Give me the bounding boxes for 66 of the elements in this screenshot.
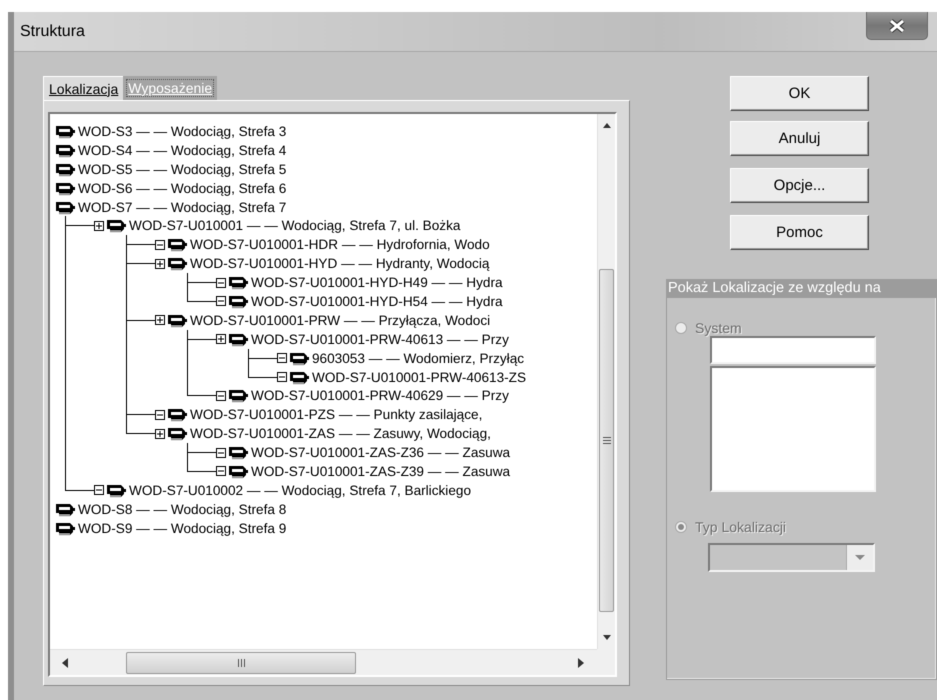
device-icon bbox=[227, 274, 248, 292]
collapse-icon[interactable] bbox=[277, 353, 287, 364]
tree-item[interactable]: WOD-S7-U010001-PRW-40629 — — Przy bbox=[251, 388, 509, 404]
close-icon bbox=[888, 18, 906, 34]
collapse-icon[interactable] bbox=[216, 390, 226, 401]
tree-item[interactable]: WOD-S7-U010001-ZAS-Z39 — — Zasuwa bbox=[251, 464, 510, 479]
device-icon bbox=[105, 217, 126, 234]
tree-item[interactable]: 9603053 — — Wodomierz, Przyłąc bbox=[312, 350, 524, 366]
tree-item[interactable]: WOD-S7-U010001-ZAS — — Zasuwy, Wodociąg, bbox=[190, 426, 491, 442]
device-icon bbox=[227, 444, 248, 462]
list-box[interactable] bbox=[710, 366, 876, 492]
tree-item[interactable]: WOD-S6 — — Wodociąg, Strefa 6 bbox=[78, 180, 286, 196]
collapse-icon[interactable] bbox=[216, 278, 226, 288]
window-title: Struktura bbox=[20, 22, 85, 40]
collapse-icon[interactable] bbox=[277, 372, 287, 382]
tab[interactable]: Lokalizacja bbox=[43, 76, 124, 100]
scroll-thumb[interactable] bbox=[599, 269, 614, 612]
dialog-button[interactable]: Pomoc bbox=[730, 215, 869, 250]
collapse-icon[interactable] bbox=[155, 410, 165, 420]
collapse-icon[interactable] bbox=[216, 466, 226, 476]
grip-icon bbox=[238, 658, 244, 666]
expand-icon[interactable] bbox=[216, 334, 226, 344]
collapse-icon[interactable] bbox=[94, 485, 104, 496]
tree-item[interactable]: WOD-S8 — — Wodociąg, Strefa 8 bbox=[78, 502, 286, 517]
tree-item[interactable]: WOD-S7 — — Wodociąg, Strefa 7 bbox=[78, 200, 286, 214]
device-icon bbox=[166, 425, 187, 442]
input-field[interactable] bbox=[710, 336, 876, 364]
tree-item[interactable]: WOD-S7-U010001-PRW-40613 — — Przy bbox=[251, 332, 509, 347]
tree-item[interactable]: WOD-S7-U010001-PZS — — Punkty zasilające, bbox=[190, 407, 482, 422]
group-title: Pokaż Lokalizacje ze względu na bbox=[666, 279, 937, 298]
close-button[interactable] bbox=[866, 12, 928, 40]
device-icon bbox=[166, 255, 187, 272]
tree-item[interactable]: WOD-S7-U010001-PRW-40613-ZS bbox=[312, 370, 526, 385]
tree-item[interactable]: WOD-S3 — — Wodociąg, Strefa 3 bbox=[78, 124, 286, 139]
expand-icon[interactable] bbox=[94, 220, 104, 231]
device-icon bbox=[227, 387, 248, 404]
scroll-left-icon[interactable] bbox=[62, 658, 69, 668]
dialog-button[interactable]: Anuluj bbox=[730, 121, 869, 156]
scroll-down-icon[interactable] bbox=[602, 634, 612, 641]
tree-item[interactable]: WOD-S5 — — Wodociąg, Strefa 5 bbox=[78, 162, 286, 177]
tree-item[interactable]: WOD-S7-U010001-HDR — — Hydrofornia, Wodo bbox=[190, 237, 490, 252]
scroll-right-icon[interactable] bbox=[578, 658, 585, 668]
collapse-icon[interactable] bbox=[216, 296, 226, 306]
dialog-button[interactable]: OK bbox=[730, 76, 869, 111]
dropdown[interactable] bbox=[708, 543, 875, 572]
tree-item[interactable]: WOD-S7-U010001 — — Wodociąg, Strefa 7, ul. Bożka bbox=[129, 218, 460, 234]
tree-item[interactable]: WOD-S7-U010001-HYD-H54 — — Hydra bbox=[251, 294, 503, 309]
device-icon bbox=[166, 406, 187, 424]
tree-item[interactable]: WOD-S7-U010001-PRW — — Przyłącza, Wodoci bbox=[190, 312, 490, 328]
tree-item[interactable]: WOD-S9 — — Wodociąg, Strefa 9 bbox=[78, 520, 286, 536]
caret-icon bbox=[855, 555, 865, 560]
tree-item[interactable]: WOD-S7-U010001-HYD — — Hydranty, Wodocią bbox=[190, 256, 490, 272]
device-icon bbox=[166, 236, 187, 254]
tree-item[interactable]: WOD-S7-U010001-ZAS-Z36 — — Zasuwa bbox=[251, 445, 510, 460]
tree-item[interactable]: WOD-S4 — — Wodociąg, Strefa 4 bbox=[78, 142, 286, 158]
expand-icon[interactable] bbox=[155, 315, 165, 326]
grip-icon bbox=[602, 437, 610, 444]
expand-icon[interactable] bbox=[155, 428, 165, 439]
expand-icon[interactable] bbox=[155, 258, 165, 269]
scroll-thumb[interactable] bbox=[126, 652, 356, 674]
scroll-up-icon[interactable] bbox=[602, 122, 612, 129]
dialog-button[interactable]: Opcje... bbox=[730, 168, 869, 203]
collapse-icon[interactable] bbox=[155, 240, 165, 250]
tree-item[interactable]: WOD-S7-U010001-HYD-H49 — — Hydra bbox=[251, 275, 503, 290]
tree-item[interactable]: WOD-S7-U010002 — — Wodociąg, Strefa 7, Barlickiego bbox=[129, 482, 472, 498]
collapse-icon[interactable] bbox=[216, 448, 226, 458]
